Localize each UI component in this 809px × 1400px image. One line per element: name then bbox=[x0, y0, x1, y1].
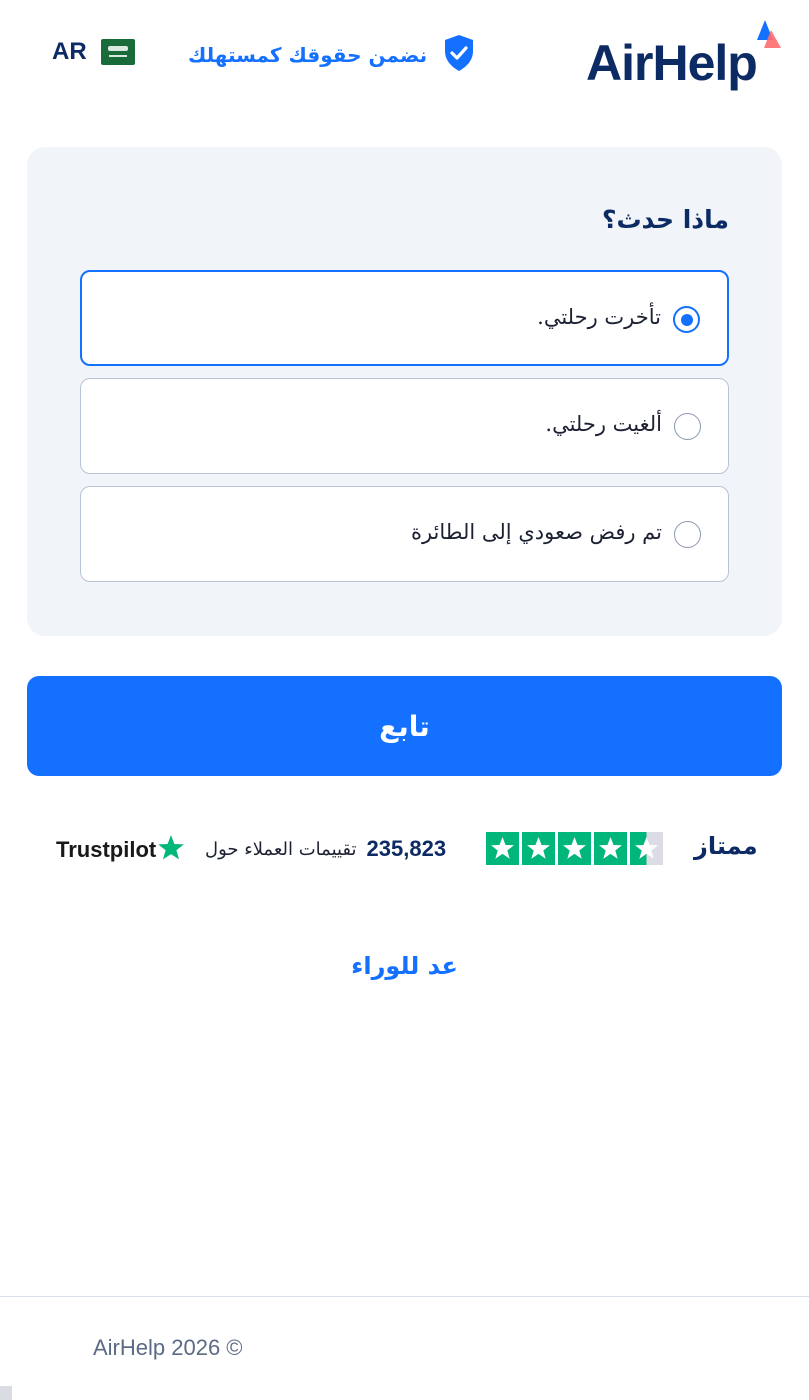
option-label: ألغيت رحلتي. bbox=[545, 412, 662, 436]
copyright-text: AirHelp 2026 © bbox=[93, 1335, 243, 1360]
half-star-icon bbox=[630, 832, 663, 865]
radio-unselected[interactable] bbox=[674, 521, 701, 548]
saudi-arabia-flag-icon bbox=[100, 39, 135, 65]
back-link[interactable]: عد للوراء bbox=[0, 952, 809, 980]
rating-stars bbox=[486, 832, 663, 865]
radio-unselected[interactable] bbox=[674, 413, 701, 440]
option-flight-delayed[interactable]: تأخرت رحلتي. bbox=[80, 270, 729, 366]
option-denied-boarding[interactable]: تم رفض صعودي إلى الطائرة bbox=[80, 486, 729, 582]
shield-check-icon bbox=[443, 34, 475, 76]
option-label: تم رفض صعودي إلى الطائرة bbox=[410, 520, 662, 544]
airhelp-logo[interactable]: AirHelp bbox=[586, 18, 786, 92]
language-code: AR bbox=[52, 38, 87, 65]
continue-button[interactable]: تابع bbox=[27, 676, 782, 776]
option-flight-cancelled[interactable]: ألغيت رحلتي. bbox=[80, 378, 729, 474]
language-selector[interactable]: AR bbox=[52, 38, 135, 66]
star-icon bbox=[522, 832, 555, 865]
trustpilot-brand: Trustpilot bbox=[56, 834, 185, 866]
trustpilot-star-icon bbox=[157, 834, 185, 866]
footer: AirHelp 2026 © bbox=[0, 1296, 809, 1400]
trustpilot-widget[interactable]: Trustpilot 235,823 تقييمات العملاء حول م… bbox=[0, 830, 809, 870]
logo-mark-icon bbox=[757, 20, 781, 48]
consumer-guarantee: نضمن حقوقك كمستهلك bbox=[188, 34, 475, 76]
logo-text: AirHelp bbox=[586, 35, 758, 91]
star-icon bbox=[558, 832, 591, 865]
question-card: ماذا حدث؟ تأخرت رحلتي. ألغيت رحلتي. تم ر… bbox=[27, 147, 782, 636]
review-count: 235,823 تقييمات العملاء حول bbox=[205, 836, 446, 862]
guarantee-text: نضمن حقوقك كمستهلك bbox=[188, 43, 428, 67]
radio-selected[interactable] bbox=[673, 306, 700, 333]
star-icon bbox=[486, 832, 519, 865]
rating-word: ممتاز bbox=[694, 832, 758, 860]
question-title: ماذا حدث؟ bbox=[601, 205, 729, 234]
corner-mark bbox=[0, 1386, 12, 1400]
header: AR نضمن حقوقك كمستهلك AirHelp bbox=[0, 0, 809, 110]
option-label: تأخرت رحلتي. bbox=[537, 305, 661, 329]
review-count-number: 235,823 bbox=[366, 836, 447, 861]
review-count-text: تقييمات العملاء حول bbox=[205, 838, 357, 860]
star-icon bbox=[594, 832, 627, 865]
trustpilot-brand-text: Trustpilot bbox=[56, 837, 157, 862]
